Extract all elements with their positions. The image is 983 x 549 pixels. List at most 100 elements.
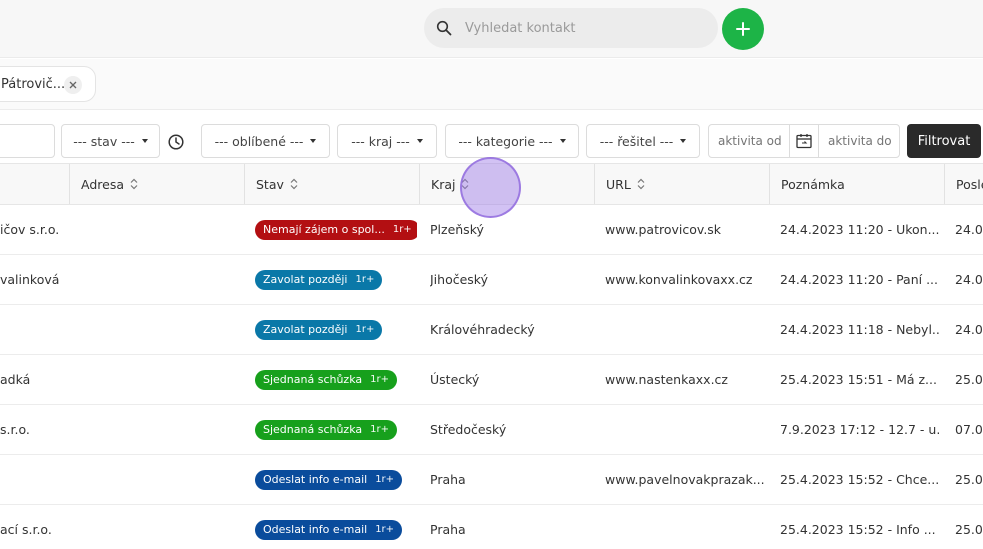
resitel-filter-select[interactable]: --- řešitel --- <box>586 124 700 158</box>
chevron-down-icon <box>310 139 317 143</box>
cell-name: ičov s.r.o. <box>0 222 60 237</box>
activity-from-input[interactable] <box>709 125 789 157</box>
status-badge[interactable]: Odeslat info e-mail 1r+ <box>255 519 403 540</box>
status-badge[interactable]: Odeslat info e-mail 1r+ <box>255 469 403 490</box>
plus-icon <box>736 22 750 36</box>
cell-kraj: Královéhradecký <box>430 322 535 337</box>
cell-status: Nemají zájem o spol... 1r+ <box>255 205 417 254</box>
status-badge-count: 1r+ <box>375 474 395 485</box>
status-badge-count: 1r+ <box>375 524 395 535</box>
status-badge-label: Zavolat později <box>263 273 348 286</box>
name-filter-input[interactable] <box>0 124 55 158</box>
cell-poznamka: 24.4.2023 11:18 - Nebyl... <box>780 322 940 337</box>
status-badge-label: Sjednaná schůzka <box>263 423 363 436</box>
cell-poznamka: 24.4.2023 11:20 - Paní ... <box>780 272 938 287</box>
column-header-poznamka[interactable]: Poznámka <box>769 164 944 204</box>
top-bar <box>0 0 983 58</box>
cell-posledni: 25.0 <box>955 372 983 387</box>
table-row[interactable]: adká Sjednaná schůzka 1r+ Ústecký www.nas… <box>0 355 983 405</box>
cell-posledni: 25.0 <box>955 472 983 487</box>
cell-status: Sjednaná schůzka 1r+ <box>255 405 417 454</box>
cell-poznamka: 25.4.2023 15:52 - Info ... <box>780 522 936 537</box>
cell-posledni: 24.0 <box>955 322 983 337</box>
status-badge[interactable]: Zavolat později 1r+ <box>255 269 383 290</box>
status-badge-count: 1r+ <box>370 424 389 435</box>
table-row[interactable]: s.r.o. Sjednaná schůzka 1r+ Středočeský 7… <box>0 405 983 455</box>
cell-url[interactable] <box>605 305 765 354</box>
cell-posledni: 25.0 <box>955 522 983 537</box>
status-badge[interactable]: Nemají zájem o spol... 1r+ <box>255 219 417 240</box>
status-badge[interactable]: Sjednaná schůzka 1r+ <box>255 369 397 390</box>
status-badge-label: Zavolat později <box>263 323 348 336</box>
sort-icon <box>637 178 645 190</box>
cell-status: Odeslat info e-mail 1r+ <box>255 455 417 504</box>
cell-name: ací s.r.o. <box>0 522 52 537</box>
cell-name: adká <box>0 372 31 387</box>
kraj-filter-select[interactable]: --- kraj --- <box>337 124 437 158</box>
status-badge-count: 1r+ <box>370 374 389 385</box>
cell-posledni: 24.0 <box>955 272 983 287</box>
cell-kraj: Ústecký <box>430 372 480 387</box>
cell-status: Odeslat info e-mail 1r+ <box>255 505 417 549</box>
cell-poznamka: 7.9.2023 17:12 - 12.7 - u... <box>780 422 940 437</box>
filter-bar: --- stav --- --- oblíbené --- --- kraj -… <box>0 110 983 163</box>
column-header-stav[interactable]: Stav <box>244 164 419 204</box>
table-row[interactable]: Odeslat info e-mail 1r+ Praha www.pavelno… <box>0 455 983 505</box>
status-badge-label: Nemají zájem o spol... <box>263 223 385 236</box>
cell-name: s.r.o. <box>0 422 30 437</box>
open-tabs-strip: Pátrovič... <box>0 59 983 110</box>
stav-filter-select[interactable]: --- stav --- <box>61 124 160 158</box>
cell-name: valinková <box>0 272 60 287</box>
chevron-down-icon <box>680 139 687 143</box>
filter-submit-button[interactable]: Filtrovat <box>907 124 981 158</box>
cell-kraj: Jihočeský <box>430 272 488 287</box>
open-contact-tab-label: Pátrovič... <box>1 76 66 92</box>
chevron-down-icon <box>416 139 423 143</box>
cell-url[interactable] <box>605 505 765 549</box>
column-header-adresa[interactable]: Adresa <box>69 164 244 204</box>
column-header-label: Adresa <box>81 176 124 192</box>
table-row[interactable]: valinková Zavolat později 1r+ Jihočeský w… <box>0 255 983 305</box>
close-tab-button[interactable] <box>64 76 82 94</box>
search-input[interactable] <box>465 20 705 36</box>
history-button[interactable] <box>167 133 185 151</box>
resitel-filter-label: --- řešitel --- <box>599 133 674 149</box>
cell-url[interactable] <box>605 405 765 454</box>
cell-kraj: Středočeský <box>430 422 507 437</box>
cell-status: Zavolat později 1r+ <box>255 305 417 354</box>
close-icon <box>69 81 77 89</box>
table-row[interactable]: ací s.r.o. Odeslat info e-mail 1r+ Praha … <box>0 505 983 549</box>
cell-url[interactable]: www.pavelnovakprazak... <box>605 455 765 504</box>
column-header-url[interactable]: URL <box>594 164 769 204</box>
status-badge[interactable]: Sjednaná schůzka 1r+ <box>255 419 397 440</box>
date-range-picker-button[interactable] <box>789 125 819 157</box>
cell-url[interactable]: www.konvalinkovaxx.cz <box>605 255 765 304</box>
cell-name <box>0 455 68 504</box>
cell-url[interactable]: www.nastenkaxx.cz <box>605 355 765 404</box>
cell-url[interactable]: www.patrovicov.sk <box>605 205 765 254</box>
cell-posledni: 24.0 <box>955 222 983 237</box>
column-header-kraj[interactable]: Kraj <box>419 164 594 204</box>
activity-date-range <box>708 124 900 158</box>
stav-filter-label: --- stav --- <box>73 133 135 149</box>
kategorie-filter-select[interactable]: --- kategorie --- <box>445 124 579 158</box>
search-box[interactable] <box>424 8 718 48</box>
open-contact-tab[interactable]: Pátrovič... <box>0 66 96 102</box>
table-row[interactable]: Zavolat později 1r+ Královéhradecký 24.4.… <box>0 305 983 355</box>
activity-to-input[interactable] <box>819 125 899 157</box>
column-header-label: Poznámka <box>781 176 845 192</box>
column-header-label: Kraj <box>431 176 456 192</box>
clock-icon <box>168 134 184 150</box>
cell-kraj: Praha <box>430 472 466 487</box>
column-header-posledni[interactable]: Posle <box>944 164 983 204</box>
add-contact-button[interactable] <box>722 8 764 50</box>
table-row[interactable]: ičov s.r.o. Nemají zájem o spol... 1r+ Pl… <box>0 205 983 255</box>
column-header-label: Posle <box>956 176 983 192</box>
cell-kraj: Praha <box>430 522 466 537</box>
sort-icon <box>290 178 298 190</box>
cell-poznamka: 25.4.2023 15:51 - Má z... <box>780 372 937 387</box>
oblibene-filter-select[interactable]: --- oblíbené --- <box>201 124 330 158</box>
status-badge-label: Odeslat info e-mail <box>263 473 368 486</box>
column-header-label: URL <box>606 176 631 192</box>
status-badge[interactable]: Zavolat později 1r+ <box>255 319 383 340</box>
